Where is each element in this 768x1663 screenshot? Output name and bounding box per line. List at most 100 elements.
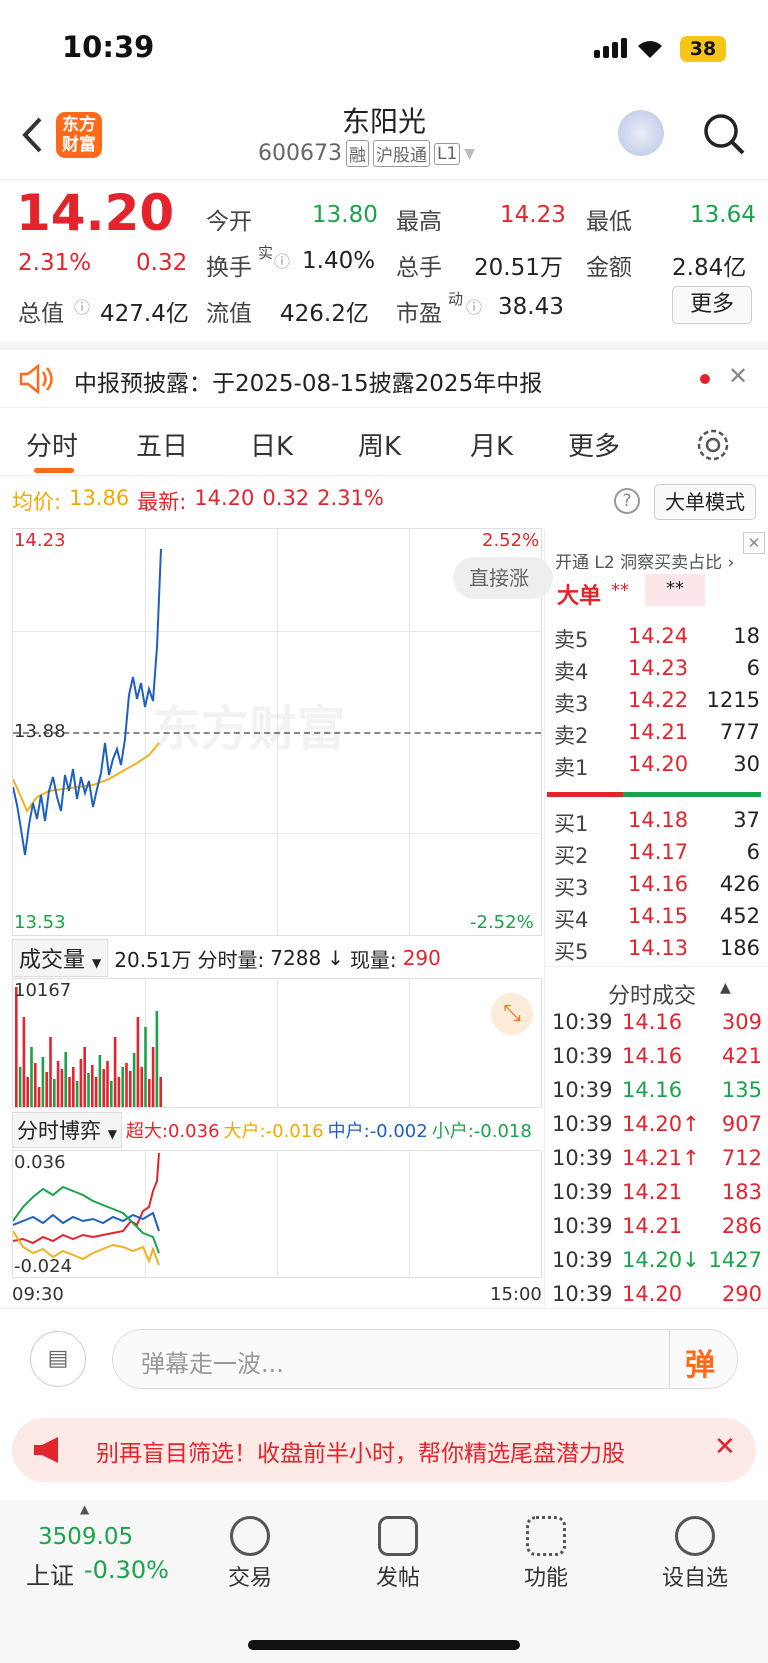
volume-select-label: 成交量 [19,948,86,973]
level-price: 14.17 [628,840,689,864]
volume-bar [56,1061,60,1107]
trade-volume: 712 [721,1146,762,1170]
l2-promo[interactable]: 开通 L2 洞察买卖占比 › [555,548,734,573]
index-value[interactable]: 3509.05 [38,1524,133,1550]
robot-avatar-icon[interactable] [618,110,664,156]
avg-label: 均价: [12,490,62,514]
search-icon[interactable] [702,112,746,156]
tag-margin: 融 [345,140,369,167]
speaker-icon [19,364,53,394]
level-price: 14.21 [628,720,689,744]
signal-icon [594,38,627,58]
level-volume: 37 [733,808,760,832]
volume-bar [98,1055,102,1107]
comment-input[interactable]: 弹幕走一波... 弹 [112,1329,738,1389]
close-icon[interactable]: ✕ [743,532,765,554]
low-label: 最低 [586,209,632,235]
chevron-up-icon[interactable]: ▲ [720,980,731,996]
nav-functions[interactable]: 功能 [508,1516,584,1592]
game-select-label: 分时博弈 [17,1119,101,1143]
stock-code-row[interactable]: 600673 融 沪股通 L1 ▼ [258,140,475,167]
tab-intraday[interactable]: 分时 [26,426,78,463]
game-max-label: 0.036 [14,1152,66,1173]
trade-price: 14.20 [622,1282,683,1306]
volume-bar [113,1037,117,1107]
game-chart[interactable] [12,1150,542,1278]
volume-bar [106,1061,109,1107]
time-start-label: 09:30 [12,1284,64,1305]
sell-level-row[interactable]: 卖3 14.22 1215 [554,688,760,716]
trade-volume: 309 [721,1010,762,1034]
close-icon[interactable]: ✕ [728,362,748,390]
game-header: 分时博弈 ▼ 超大:0.036 大户:-0.016 中户:-0.002 小户:-… [12,1112,542,1148]
level-volume: 30 [733,752,760,776]
buy-level-row[interactable]: 买2 14.17 6 [554,840,760,868]
buy-level-row[interactable]: 买3 14.16 426 [554,872,760,900]
chevron-right-icon: › [727,553,735,573]
tab-monthly[interactable]: 月K [470,426,513,463]
expand-icon[interactable]: ⤡ [491,993,533,1035]
vol-max-label: 10167 [14,980,72,1001]
settings-gear-icon[interactable] [694,426,732,464]
index-pct[interactable]: -0.30% [84,1556,169,1584]
danmaku-settings-icon[interactable]: ▤ [30,1331,86,1387]
trade-volume: 286 [721,1214,762,1238]
high-label: 最高 [396,209,442,235]
volume-bar [45,1072,48,1107]
sell-level-row[interactable]: 卖2 14.21 777 [554,720,760,748]
game-min-label: -0.024 [14,1256,73,1277]
nav-post[interactable]: 发帖 [360,1516,436,1592]
volume-select[interactable]: 成交量 ▼ [12,939,109,977]
notice-bar[interactable]: 中报预披露：于2025-08-15披露2025年中报 ✕ [0,342,768,408]
index-name[interactable]: 上证 [26,1556,74,1591]
more-button[interactable]: 更多 [672,286,752,324]
tab-more[interactable]: 更多 [568,426,620,463]
promo-banner[interactable]: 别再盲目筛选！收盘前半小时，帮你精选尾盘潜力股 ✕ [12,1418,756,1482]
axis-top-pct: 2.52% [482,530,540,551]
buy-ratio-bar [623,792,761,797]
trade-price: 14.16 [622,1078,683,1102]
info-icon[interactable]: ⓘ [466,294,482,318]
sell-level-row[interactable]: 卖4 14.23 6 [554,656,760,684]
edit-icon [378,1516,418,1556]
level-price: 14.16 [628,872,689,896]
game-select[interactable]: 分时博弈 ▼ [12,1112,122,1148]
buy-level-row[interactable]: 买4 14.15 452 [554,904,760,932]
big-order-mode-button[interactable]: 大单模式 [654,484,756,520]
direct-buy-pill[interactable]: 直接涨 [453,557,553,599]
help-icon[interactable]: ? [614,488,640,514]
sell-level-row[interactable]: 卖5 14.24 18 [554,624,760,652]
level-volume: 452 [719,904,760,928]
buy-level-row[interactable]: 买1 14.18 37 [554,808,760,836]
sell-level-row[interactable]: 卖1 14.20 30 [554,752,760,780]
volume-bar [15,987,18,1107]
volume-bar [87,1073,90,1107]
info-icon[interactable]: ⓘ [274,248,290,272]
status-bar: 10:39 38 [0,0,768,96]
trade-volume: 135 [721,1078,762,1102]
small-holder: 小户:-0.018 [431,1121,532,1142]
volume-value: 20.51万 [474,255,563,281]
abs-change: 0.32 [136,250,188,276]
high-value: 14.23 [500,202,566,228]
close-icon[interactable]: ✕ [714,1432,736,1462]
level-label: 买3 [554,876,589,900]
tab-daily[interactable]: 日K [250,426,293,463]
volume-bar [68,1077,71,1107]
volume-bar [144,1027,147,1107]
volume-chart[interactable]: ⤡ [12,978,542,1108]
buy-level-row[interactable]: 买5 14.13 186 [554,936,760,964]
price-chart[interactable]: 东方财富 直接涨 [12,528,553,936]
nav-trade[interactable]: 交易 [212,1516,288,1592]
volume-bar [110,1081,113,1107]
level-price: 14.23 [628,656,689,680]
info-icon[interactable]: ⓘ [74,294,90,318]
level-label: 买2 [554,844,589,868]
volume-bar [37,1087,41,1107]
trade-time: 10:39 [552,1146,613,1170]
nav-watchlist[interactable]: 设自选 [652,1516,738,1592]
tab-weekly[interactable]: 周K [358,426,401,463]
danmaku-send-button[interactable]: 弹 [685,1340,715,1384]
tab-5day[interactable]: 五日 [136,426,188,463]
trades-title: 分时成交 [608,984,697,1009]
